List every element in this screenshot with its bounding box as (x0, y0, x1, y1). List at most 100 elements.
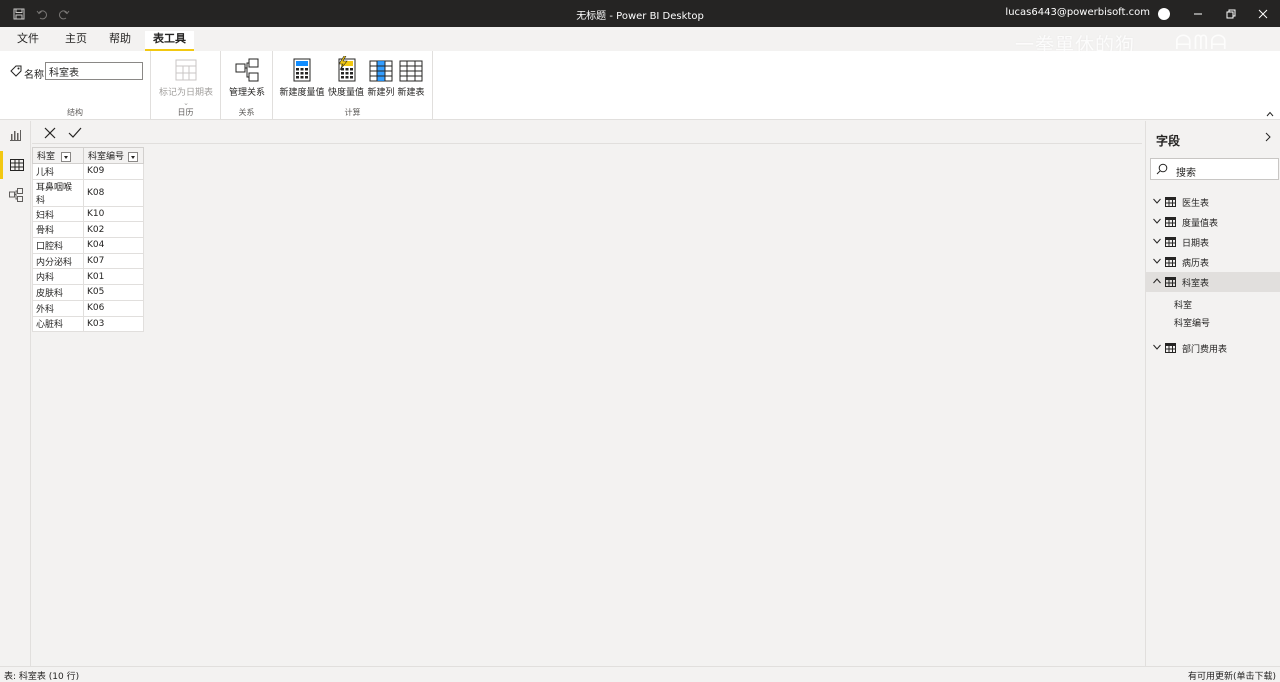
field-column-item[interactable]: 科室编号 (1174, 316, 1210, 329)
cell-dept-code[interactable]: K01 (83, 268, 144, 286)
cell-dept[interactable]: 口腔科 (32, 237, 84, 254)
tab-table-tools[interactable]: 表工具 (145, 31, 194, 51)
filter-dropdown-icon[interactable] (128, 151, 139, 162)
calendar-table-icon (157, 54, 215, 82)
search-placeholder: 搜索 (1176, 168, 1196, 179)
fields-title: 字段 (1156, 134, 1181, 148)
search-icon (1156, 163, 1168, 175)
field-table-name: 日期表 (1182, 239, 1210, 249)
cell-dept[interactable]: 内分泌科 (32, 252, 84, 270)
table-row: 外科 K06 (32, 299, 144, 317)
data-table: 科室 科室编号 儿科 K09 耳鼻咽喉科 K08 妇科 K10 骨科 K02 口腔科 K04 内分泌… (32, 147, 144, 333)
cell-dept[interactable]: 耳鼻咽喉科 (32, 178, 84, 207)
cell-dept[interactable]: 妇科 (32, 205, 84, 223)
ribbon: 名称 结构 标记为日期表 ⌄ 日历 管理关系 关系 新建度量值 (0, 51, 1280, 120)
mark-date-table-button[interactable]: 标记为日期表 ⌄ (157, 54, 215, 107)
minimize-icon[interactable] (1187, 5, 1209, 23)
tab-help[interactable]: 帮助 (109, 31, 131, 51)
new-table-label: 新建表 (397, 88, 425, 98)
group-label-calc: 计算 (344, 108, 361, 117)
table-icon (1165, 257, 1176, 267)
new-column-button[interactable]: 新建列 (366, 54, 396, 98)
name-label: 名称 (24, 70, 44, 81)
table-icon (1165, 237, 1176, 247)
report-view-icon[interactable] (0, 121, 31, 149)
collapse-ribbon-icon[interactable] (1266, 110, 1274, 119)
cell-dept-code[interactable]: K08 (83, 178, 144, 207)
title-bar: 无标题 - Power BI Desktop lucas6443@powerbi… (0, 0, 1280, 27)
cell-dept-code[interactable]: K07 (83, 252, 144, 270)
table-row: 妇科 K10 (32, 205, 144, 223)
fields-search-input[interactable]: 搜索 (1150, 158, 1279, 180)
table-icon (1165, 343, 1176, 353)
cell-dept[interactable]: 儿科 (32, 163, 84, 180)
cell-dept-code[interactable]: K04 (83, 237, 144, 254)
chevron-down-icon[interactable] (1152, 256, 1162, 266)
data-view-icon[interactable] (0, 151, 31, 179)
column-header-dept-code[interactable]: 科室编号 (83, 147, 144, 164)
restore-icon[interactable] (1220, 5, 1242, 23)
chevron-down-icon[interactable] (1152, 342, 1162, 352)
cell-dept[interactable]: 外科 (32, 299, 84, 317)
table-icon (1165, 277, 1176, 287)
column-header-dept[interactable]: 科室 (32, 147, 84, 164)
cancel-icon[interactable] (42, 125, 58, 141)
data-grid: 科室 科室编号 儿科 K09 耳鼻咽喉科 K08 妇科 K10 骨科 K02 口腔科 K04 内分泌… (32, 147, 144, 333)
cell-dept-code[interactable]: K02 (83, 221, 144, 239)
cell-dept-code[interactable]: K06 (83, 299, 144, 317)
cell-dept-code[interactable]: K10 (83, 205, 144, 223)
chevron-right-icon[interactable] (1264, 131, 1272, 145)
cell-dept[interactable]: 骨科 (32, 221, 84, 239)
field-table-item[interactable]: 日期表 (1146, 232, 1280, 252)
chevron-down-icon[interactable] (1152, 216, 1162, 226)
table-name-input[interactable] (45, 62, 143, 80)
chevron-down-icon[interactable] (1152, 196, 1162, 206)
field-table-item[interactable]: 医生表 (1146, 192, 1280, 212)
calculator-icon (278, 54, 326, 82)
table-row: 儿科 K09 (32, 163, 144, 180)
update-available-link[interactable]: 有可用更新(单击下载) (1188, 669, 1276, 682)
field-table-name: 部门费用表 (1182, 345, 1228, 355)
column-header-label: 科室 (37, 152, 56, 162)
cell-dept[interactable]: 内科 (32, 268, 84, 286)
field-column-item[interactable]: 科室 (1174, 298, 1192, 311)
quick-measure-button[interactable]: 快度量值 (327, 54, 365, 98)
quick-calculator-icon (327, 54, 365, 82)
chevron-up-icon[interactable] (1152, 276, 1162, 286)
new-column-label: 新建列 (367, 88, 395, 98)
field-table-item[interactable]: 度量值表 (1146, 212, 1280, 232)
group-label-relations: 关系 (238, 108, 255, 117)
manage-relations-button[interactable]: 管理关系 (226, 54, 268, 98)
status-bar: 表: 科室表 (10 行) 有可用更新(单击下载) (0, 666, 1280, 682)
group-calc: 新建度量值 快度量值 新建列 新建表 计算 (273, 51, 433, 120)
commit-check-icon[interactable] (67, 125, 83, 141)
new-table-button[interactable]: 新建表 (396, 54, 426, 98)
table-row: 耳鼻咽喉科 K08 (32, 178, 144, 207)
table-row: 骨科 K02 (32, 221, 144, 239)
tab-home[interactable]: 主页 (65, 31, 87, 51)
field-table-item[interactable]: 病历表 (1146, 252, 1280, 272)
field-table-item[interactable]: 科室表 (1146, 272, 1280, 292)
new-measure-button[interactable]: 新建度量值 (278, 54, 326, 98)
avatar[interactable] (1158, 8, 1170, 20)
cell-dept-code[interactable]: K09 (83, 163, 144, 180)
table-row: 心脏科 K03 (32, 315, 144, 333)
cell-dept-code[interactable]: K05 (83, 284, 144, 301)
table-row: 皮肤科 K05 (32, 284, 144, 301)
close-icon[interactable] (1252, 5, 1274, 23)
cell-dept-code[interactable]: K03 (83, 315, 144, 333)
field-table-item[interactable]: 部门费用表 (1146, 338, 1280, 358)
new-measure-label: 新建度量值 (279, 88, 325, 98)
tag-icon (10, 65, 22, 77)
cell-dept[interactable]: 心脏科 (32, 315, 84, 333)
filter-dropdown-icon[interactable] (61, 151, 72, 162)
user-account[interactable]: lucas6443@powerbisoft.com (1005, 7, 1150, 18)
chevron-down-icon[interactable] (1152, 236, 1162, 246)
view-switcher (0, 121, 31, 666)
tab-file[interactable]: 文件 (17, 31, 39, 51)
fields-pane: 字段 搜索 医生表 度量值表日期表病历表 科室表科室科室编号部门费用表 (1145, 121, 1280, 666)
model-view-icon[interactable] (0, 181, 31, 209)
new-column-icon (366, 54, 396, 82)
relationship-icon (226, 54, 268, 82)
cell-dept[interactable]: 皮肤科 (32, 284, 84, 301)
